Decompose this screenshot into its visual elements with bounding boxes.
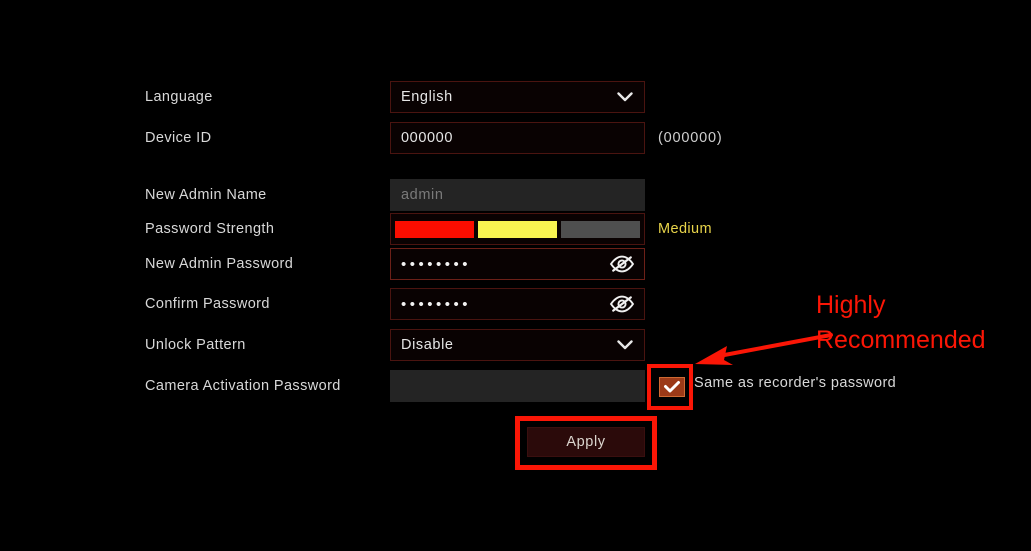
annotation-line-2: Recommended (816, 325, 986, 354)
control-language: English (390, 81, 645, 113)
same-as-recorder-password-checkbox[interactable] (659, 377, 685, 397)
control-new-admin-password: •••••••• (390, 248, 645, 280)
annotation-line-1: Highly (816, 291, 886, 319)
arrow-left-icon (693, 332, 833, 374)
form-row-password-strength: Password Strength Medium (145, 213, 712, 245)
check-icon (663, 380, 681, 394)
eye-off-icon[interactable] (609, 295, 635, 313)
form-row-new-admin-name: New Admin Name admin (145, 179, 645, 211)
new-admin-password-value: •••••••• (401, 255, 472, 273)
unlock-pattern-select[interactable]: Disable (390, 329, 645, 361)
control-device-id: 000000 (000000) (390, 122, 722, 154)
form-row-device-id: Device ID 000000 (000000) (145, 122, 722, 154)
label-camera-activation-password: Camera Activation Password (145, 377, 341, 394)
label-unlock-pattern: Unlock Pattern (145, 336, 246, 353)
language-select-value: English (401, 89, 453, 105)
control-unlock-pattern: Disable (390, 329, 645, 361)
new-admin-password-input[interactable]: •••••••• (390, 248, 645, 280)
unlock-pattern-value: Disable (401, 337, 454, 353)
confirm-password-input[interactable]: •••••••• (390, 288, 645, 320)
control-new-admin-name: admin (390, 179, 645, 211)
weak-segment (395, 220, 474, 238)
eye-off-icon[interactable] (609, 255, 635, 273)
apply-highlight-box: Apply (515, 416, 657, 470)
control-camera-activation-password (390, 370, 645, 402)
same-as-recorder-password-label: Same as recorder's password (694, 375, 897, 391)
form-row-new-admin-password: New Admin Password •••••••• (145, 248, 645, 280)
device-id-input[interactable]: 000000 (390, 122, 645, 154)
label-new-admin-name: New Admin Name (145, 186, 267, 203)
control-confirm-password: •••••••• (390, 288, 645, 320)
apply-button[interactable]: Apply (527, 427, 645, 457)
medium-segment (478, 220, 557, 238)
form-row-camera-activation-password: Camera Activation Password (145, 370, 645, 402)
control-password-strength: Medium (390, 213, 712, 245)
label-confirm-password: Confirm Password (145, 295, 270, 312)
label-language: Language (145, 88, 213, 105)
activation-screen: Language English Device ID 000000 (00000… (0, 0, 1031, 551)
device-id-value: 000000 (401, 130, 453, 146)
form-row-confirm-password: Confirm Password •••••••• (145, 288, 645, 320)
form-row-language: Language English (145, 81, 645, 113)
strong-segment (561, 220, 640, 238)
checkbox-highlight-box (647, 364, 693, 410)
password-strength-meter (390, 213, 645, 245)
form-row-unlock-pattern: Unlock Pattern Disable (145, 329, 645, 361)
language-select[interactable]: English (390, 81, 645, 113)
camera-activation-password-input (390, 370, 645, 402)
password-strength-level: Medium (658, 221, 712, 237)
confirm-password-value: •••••••• (401, 295, 472, 313)
new-admin-name-input: admin (390, 179, 645, 211)
new-admin-name-value: admin (401, 187, 444, 203)
annotation-text: Highly Recommended (816, 288, 986, 357)
label-device-id: Device ID (145, 129, 212, 146)
device-id-hint: (000000) (658, 130, 723, 146)
label-new-admin-password: New Admin Password (145, 255, 294, 272)
label-password-strength: Password Strength (145, 220, 275, 237)
